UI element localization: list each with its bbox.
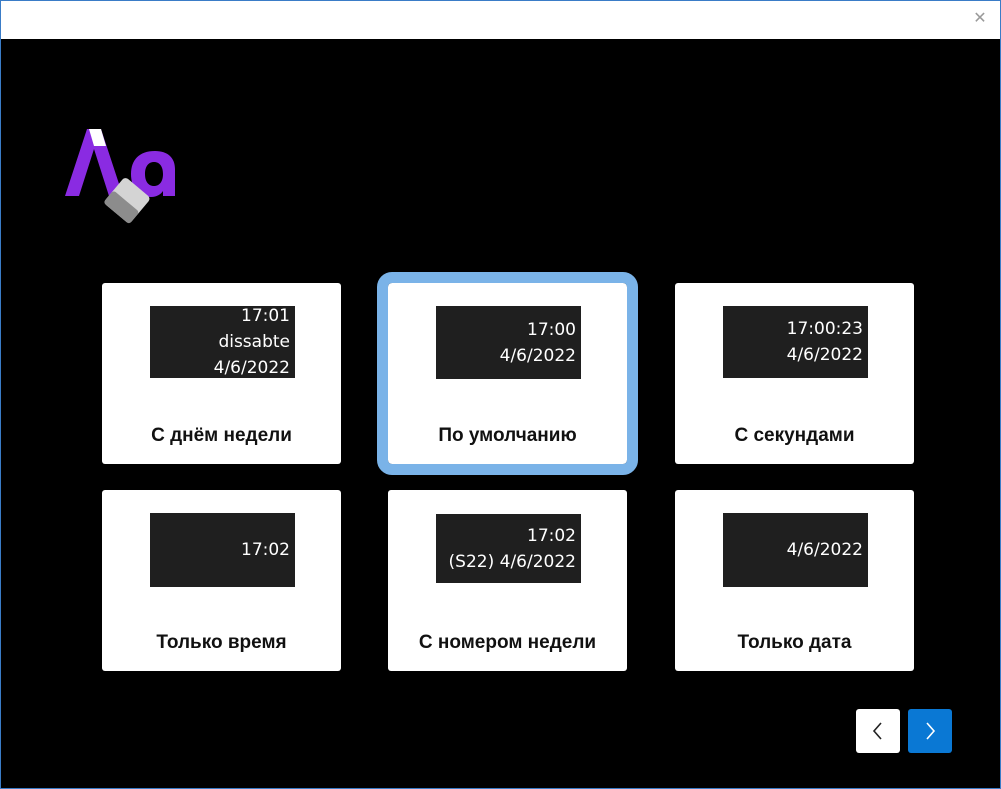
format-preview: 4/6/2022 [723,513,868,587]
format-preview: 17:00 4/6/2022 [436,306,581,379]
title-bar: ✕ [1,1,1000,39]
format-preview: 17:00:23 4/6/2022 [723,306,868,378]
format-option-default[interactable]: 17:00 4/6/2022 По умолчанию [377,272,638,475]
chevron-right-icon [926,722,936,740]
format-preview: 17:01 dissabte 4/6/2022 [150,306,295,378]
preview-line: 17:02 [527,525,576,546]
preview-line: (S22) 4/6/2022 [448,551,576,572]
preview-line: 17:01 [241,306,290,326]
preview-line: dissabte [218,332,290,352]
preview-line: 17:02 [241,540,290,560]
format-option-date-only[interactable]: 4/6/2022 Только дата [675,490,914,671]
format-option-seconds[interactable]: 17:00:23 4/6/2022 С секундами [675,283,914,464]
preview-line: 17:00 [527,319,576,340]
preview-line: 4/6/2022 [786,540,863,560]
format-preview: 17:02 (S22) 4/6/2022 [436,514,581,583]
format-option-label: Только дата [737,632,852,653]
format-preview: 17:02 [150,513,295,587]
format-option-label: С номером недели [418,632,597,653]
format-option-weekday[interactable]: 17:01 dissabte 4/6/2022 С днём недели [102,283,341,464]
preview-line: 17:00:23 [786,319,863,339]
preview-line: 4/6/2022 [499,345,576,366]
format-option-label: Только время [156,632,287,653]
next-button[interactable] [908,709,952,753]
previous-button[interactable] [856,709,900,753]
format-option-week-number[interactable]: 17:02 (S22) 4/6/2022 С номером недели [388,490,627,671]
format-option-label: С днём недели [151,425,292,446]
format-option-time-only[interactable]: 17:02 Только время [102,490,341,671]
preview-line: 4/6/2022 [213,358,290,378]
chevron-left-icon [872,722,882,740]
font-settings-logo-icon [65,129,175,224]
close-icon[interactable]: ✕ [972,10,988,26]
format-option-label: С секундами [734,425,855,446]
preview-line: 4/6/2022 [786,345,863,365]
format-option-label: По умолчанию [438,425,577,446]
app-window: ✕ 17:01 dissabte 4/6/2022 С днём недели … [0,0,1001,789]
